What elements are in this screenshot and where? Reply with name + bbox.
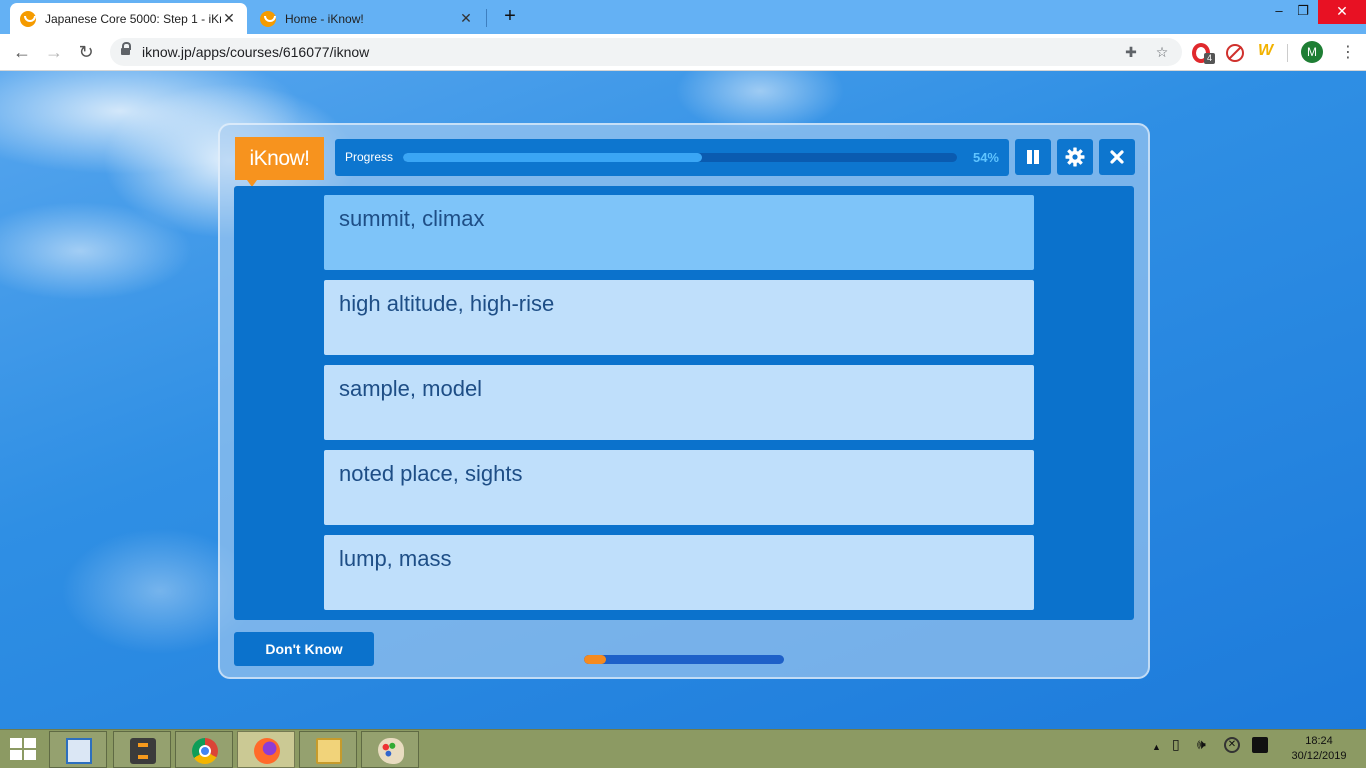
dont-know-button[interactable]: Don't Know <box>234 632 374 666</box>
page-background: iKnow! Progress 54% summit, climax high … <box>0 71 1366 729</box>
answer-option[interactable]: lump, mass <box>324 535 1034 610</box>
answer-timer-fill <box>584 655 606 664</box>
clock-time: 18:24 <box>1305 735 1333 747</box>
answer-option[interactable]: sample, model <box>324 365 1034 440</box>
progress-label: Progress <box>345 150 394 164</box>
windows-logo-icon <box>10 750 22 760</box>
blocker-extension-icon[interactable] <box>1226 44 1244 62</box>
clock-date: 30/12/2019 <box>1291 750 1347 762</box>
pause-button[interactable] <box>1015 139 1051 175</box>
url-text[interactable]: iknow.jp/apps/courses/616077/iknow <box>142 44 369 60</box>
tab-japanese-core[interactable]: Japanese Core 5000: Step 1 - iKn ✕ <box>10 3 247 34</box>
windows-start-button[interactable] <box>10 738 38 762</box>
answer-choices-panel: summit, climax high altitude, high-rise … <box>234 186 1134 620</box>
taskbar: ▲ ▯ 🕪 ✕ 18:24 30/12/2019 <box>0 729 1366 768</box>
taskbar-app-chrome[interactable] <box>175 731 233 768</box>
chrome-icon <box>192 738 218 764</box>
gear-icon <box>1065 147 1085 167</box>
answer-option[interactable]: high altitude, high-rise <box>324 280 1034 355</box>
taskbar-app-firefox[interactable] <box>237 731 295 768</box>
w-extension-icon[interactable]: W <box>1258 42 1280 64</box>
tab-home-iknow[interactable]: Home - iKnow! ✕ <box>250 3 484 34</box>
iknow-favicon-icon <box>20 10 36 27</box>
close-session-button[interactable] <box>1099 139 1135 175</box>
firefox-icon <box>254 738 280 764</box>
extension-puzzle-icon[interactable]: ✚ <box>1122 43 1140 61</box>
answer-option-text: summit, climax <box>339 206 485 231</box>
answer-option-text: high altitude, high-rise <box>339 291 555 316</box>
system-clock[interactable]: 18:24 30/12/2019 <box>1288 734 1350 764</box>
answer-option[interactable]: noted place, sights <box>324 450 1034 525</box>
answer-option[interactable]: summit, climax <box>324 195 1034 270</box>
tab-close-icon[interactable]: ✕ <box>221 10 237 27</box>
pause-icon <box>1027 150 1032 164</box>
tab-title: Japanese Core 5000: Step 1 - iKn <box>45 11 221 26</box>
tab-close-icon[interactable]: ✕ <box>458 10 474 27</box>
volume-icon[interactable]: 🕪 <box>1197 736 1206 753</box>
progress-track <box>403 153 957 162</box>
taskbar-app-sublime[interactable] <box>113 731 171 768</box>
lock-icon <box>121 42 131 57</box>
taskbar-app-file-explorer[interactable] <box>299 731 357 768</box>
power-icon[interactable]: ▯ <box>1172 736 1180 753</box>
browser-toolbar: ← → ↻ iknow.jp/apps/courses/616077/iknow… <box>0 34 1366 71</box>
answer-option-text: lump, mass <box>339 546 452 571</box>
bookmark-star-icon[interactable]: ☆ <box>1153 43 1171 61</box>
back-arrow-icon[interactable]: ← <box>10 40 34 64</box>
paint-palette-icon <box>378 738 404 764</box>
windows-logo-icon <box>10 738 22 748</box>
window-close-button[interactable]: ✕ <box>1318 0 1366 24</box>
windows-logo-icon <box>24 738 36 748</box>
iknow-study-window: iKnow! Progress 54% summit, climax high … <box>218 123 1150 679</box>
answer-option-text: noted place, sights <box>339 461 523 486</box>
taskbar-app-document-editor[interactable] <box>49 731 107 768</box>
new-tab-button[interactable]: + <box>499 5 521 27</box>
chrome-center-shape <box>199 745 211 757</box>
close-icon <box>1110 150 1124 164</box>
answer-option-text: sample, model <box>339 376 483 401</box>
document-editor-icon <box>66 738 92 764</box>
windows-logo-icon <box>24 750 36 760</box>
folder-icon <box>316 738 342 764</box>
progress-fill <box>403 153 703 162</box>
tray-expand-icon[interactable]: ▲ <box>1152 742 1161 752</box>
tab-title: Home - iKnow! <box>285 11 364 26</box>
sublime-text-icon <box>130 738 156 764</box>
forward-arrow-icon[interactable]: → <box>42 40 66 64</box>
iknow-favicon-icon <box>260 10 276 27</box>
pause-icon <box>1034 150 1039 164</box>
browser-menu-icon[interactable]: ⋮ <box>1340 42 1356 64</box>
browser-tab-strip: Japanese Core 5000: Step 1 - iKn ✕ Home … <box>0 0 1366 34</box>
taskbar-app-paint[interactable] <box>361 731 419 768</box>
answer-timer-bar <box>584 655 784 664</box>
tab-separator <box>486 9 487 27</box>
reload-icon[interactable]: ↻ <box>74 40 98 64</box>
profile-avatar[interactable]: M <box>1301 41 1323 63</box>
address-bar[interactable]: iknow.jp/apps/courses/616077/iknow ✚ ☆ <box>110 38 1182 66</box>
network-disabled-icon[interactable]: ✕ <box>1224 737 1240 753</box>
progress-bar-container: Progress 54% <box>335 139 1009 176</box>
app-tray-icon[interactable] <box>1252 737 1268 753</box>
progress-percent: 54% <box>972 150 999 165</box>
iknow-logo: iKnow! <box>235 137 324 187</box>
toolbar-divider <box>1287 44 1288 62</box>
sublime-s-shape <box>138 743 148 759</box>
settings-button[interactable] <box>1057 139 1093 175</box>
extension-badge: 4 <box>1204 53 1215 64</box>
